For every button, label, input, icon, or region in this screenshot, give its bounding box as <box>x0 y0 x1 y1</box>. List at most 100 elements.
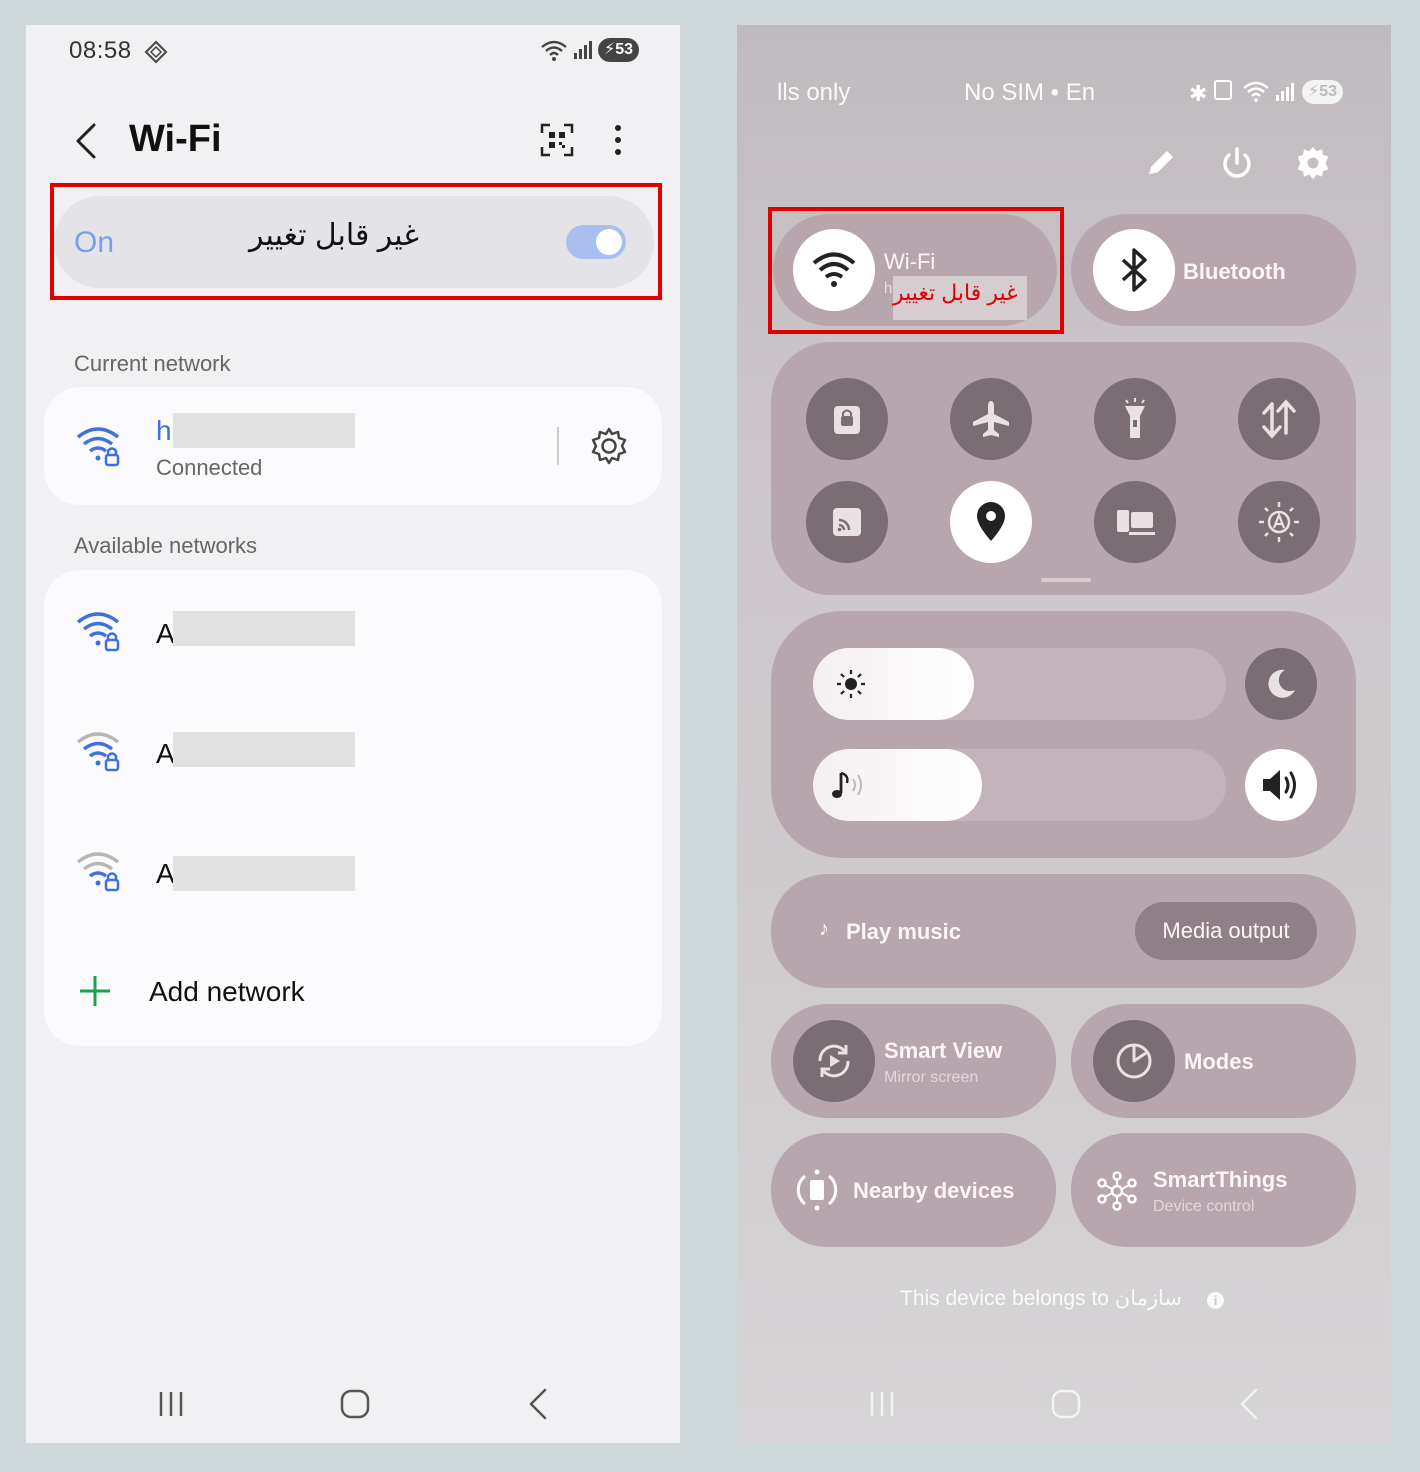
back-nav-icon[interactable] <box>1237 1387 1261 1421</box>
page-indicator <box>1041 578 1091 582</box>
play-music-button[interactable]: Play music <box>846 919 961 945</box>
redacted-ssid <box>173 413 355 448</box>
battery-indicator: ⚡53 <box>598 38 640 62</box>
modes-icon <box>1116 1043 1152 1079</box>
page-title: Wi-Fi <box>129 118 222 160</box>
edit-icon[interactable] <box>1143 145 1179 181</box>
network-settings-gear-icon[interactable] <box>588 425 630 467</box>
auto-brightness-icon <box>1259 502 1299 542</box>
battery-indicator: ⚡53 <box>1302 80 1344 104</box>
speaker-icon <box>1263 770 1296 800</box>
dex-toggle[interactable] <box>1094 481 1176 563</box>
sliders-panel <box>771 611 1356 858</box>
available-networks-heading: Available networks <box>74 533 258 558</box>
location-icon <box>977 502 1005 541</box>
smart-view-icon <box>818 1044 850 1078</box>
network-name: A <box>156 618 175 649</box>
current-network-heading: Current network <box>74 351 231 376</box>
flashlight-icon <box>1125 398 1145 438</box>
brightness-slider[interactable] <box>813 648 1226 720</box>
add-network-label: Add network <box>149 976 305 1007</box>
power-icon[interactable] <box>1219 145 1255 181</box>
diamond-status-icon <box>144 40 168 64</box>
wifi-lock-icon <box>76 427 120 467</box>
lock-toggle[interactable] <box>806 378 888 460</box>
carrier-center-label: No SIM • En <box>964 79 1096 106</box>
volume-slider[interactable] <box>813 749 1226 821</box>
qr-scan-icon[interactable] <box>539 122 575 158</box>
battery-level: 53 <box>1319 83 1338 100</box>
smartthings-subtitle: Device control <box>1153 1198 1255 1215</box>
settings-icon[interactable] <box>1294 144 1332 182</box>
current-network-card[interactable]: h Connected <box>44 387 662 505</box>
signal-status-icon <box>574 41 592 59</box>
media-output-label: Media output <box>1162 918 1290 943</box>
add-network-row[interactable]: Add network <box>44 950 662 1030</box>
quick-toggle-grid <box>771 342 1356 595</box>
wifi-lock-icon <box>76 732 120 772</box>
network-list-item[interactable]: A <box>44 830 662 910</box>
modes-title: Modes <box>1184 1049 1254 1074</box>
data-transfer-icon <box>1262 399 1296 439</box>
bluetooth-tile-icon-circle <box>1093 229 1175 311</box>
modes-icon-circle <box>1093 1020 1175 1102</box>
smart-view-subtitle: Mirror screen <box>884 1069 979 1086</box>
nearby-devices-tile[interactable]: Nearby devices <box>771 1133 1056 1247</box>
media-panel: ♪ Play music Media output <box>771 874 1356 988</box>
sun-icon <box>837 670 865 698</box>
bluetooth-tile-label: Bluetooth <box>1183 259 1286 284</box>
sound-mode-button[interactable] <box>1245 749 1317 821</box>
device-ownership-note: This device belongs to سازمان <box>900 1287 1183 1310</box>
location-toggle[interactable] <box>950 481 1032 563</box>
carrier-left-label: lls only <box>777 79 851 106</box>
network-name: A <box>156 738 175 769</box>
cast-icon <box>833 508 861 536</box>
more-options-icon[interactable] <box>608 123 628 157</box>
cast-toggle[interactable] <box>806 481 888 563</box>
home-nav-icon[interactable] <box>339 1388 371 1420</box>
redacted-ssid <box>173 856 355 891</box>
data-transfer-toggle[interactable] <box>1238 378 1320 460</box>
current-network-name: h <box>156 415 172 446</box>
highlight-box <box>50 183 662 300</box>
recents-nav-icon[interactable] <box>156 1389 186 1419</box>
wifi-lock-icon <box>76 852 120 892</box>
network-list-item[interactable]: A <box>44 590 662 670</box>
airplane-toggle[interactable] <box>950 378 1032 460</box>
wifi-lock-icon <box>76 612 120 652</box>
smart-view-tile[interactable]: Smart View Mirror screen <box>771 1004 1056 1118</box>
connection-status: Connected <box>156 455 263 480</box>
wifi-settings-screen: 08:58 ⚡53 Wi-Fi On غیر قابل تغییر Curren… <box>26 25 680 1443</box>
smartthings-title: SmartThings <box>1153 1167 1288 1192</box>
airplane-icon <box>973 401 1009 437</box>
media-output-button[interactable]: Media output <box>1135 902 1317 960</box>
smartthings-tile[interactable]: SmartThings Device control <box>1071 1133 1356 1247</box>
network-list-item[interactable]: A <box>44 710 662 790</box>
auto-brightness-toggle[interactable] <box>1238 481 1320 563</box>
redacted-ssid <box>173 732 355 767</box>
night-mode-button[interactable] <box>1245 648 1317 720</box>
modes-tile[interactable]: Modes <box>1071 1004 1356 1118</box>
signal-status-icon <box>1276 83 1294 101</box>
smart-view-title: Smart View <box>884 1038 1003 1063</box>
nfc-status-icon <box>1214 80 1232 100</box>
network-name: A <box>156 858 175 889</box>
wifi-status-icon <box>541 40 567 61</box>
quick-settings-panel: lls only No SIM • En ✱ ⚡53 Wi-Fi h غیر ق… <box>737 25 1391 1443</box>
flashlight-toggle[interactable] <box>1094 378 1176 460</box>
home-nav-icon[interactable] <box>1050 1388 1082 1420</box>
recents-nav-icon[interactable] <box>867 1389 897 1419</box>
back-nav-icon[interactable] <box>526 1387 550 1421</box>
nearby-devices-icon <box>796 1169 838 1211</box>
back-arrow-icon[interactable] <box>72 121 100 161</box>
bluetooth-status-icon: ✱ <box>1189 81 1208 106</box>
smart-view-icon-circle <box>793 1020 875 1102</box>
info-icon[interactable]: i <box>1207 1292 1224 1309</box>
highlight-box <box>768 207 1064 334</box>
bluetooth-quick-tile[interactable]: Bluetooth <box>1071 214 1356 326</box>
music-note-icon <box>832 771 862 798</box>
smartthings-icon <box>1097 1171 1137 1211</box>
available-networks-card: A A A Add network <box>44 570 662 1046</box>
battery-level: 53 <box>615 41 634 58</box>
redacted-ssid <box>173 611 355 646</box>
